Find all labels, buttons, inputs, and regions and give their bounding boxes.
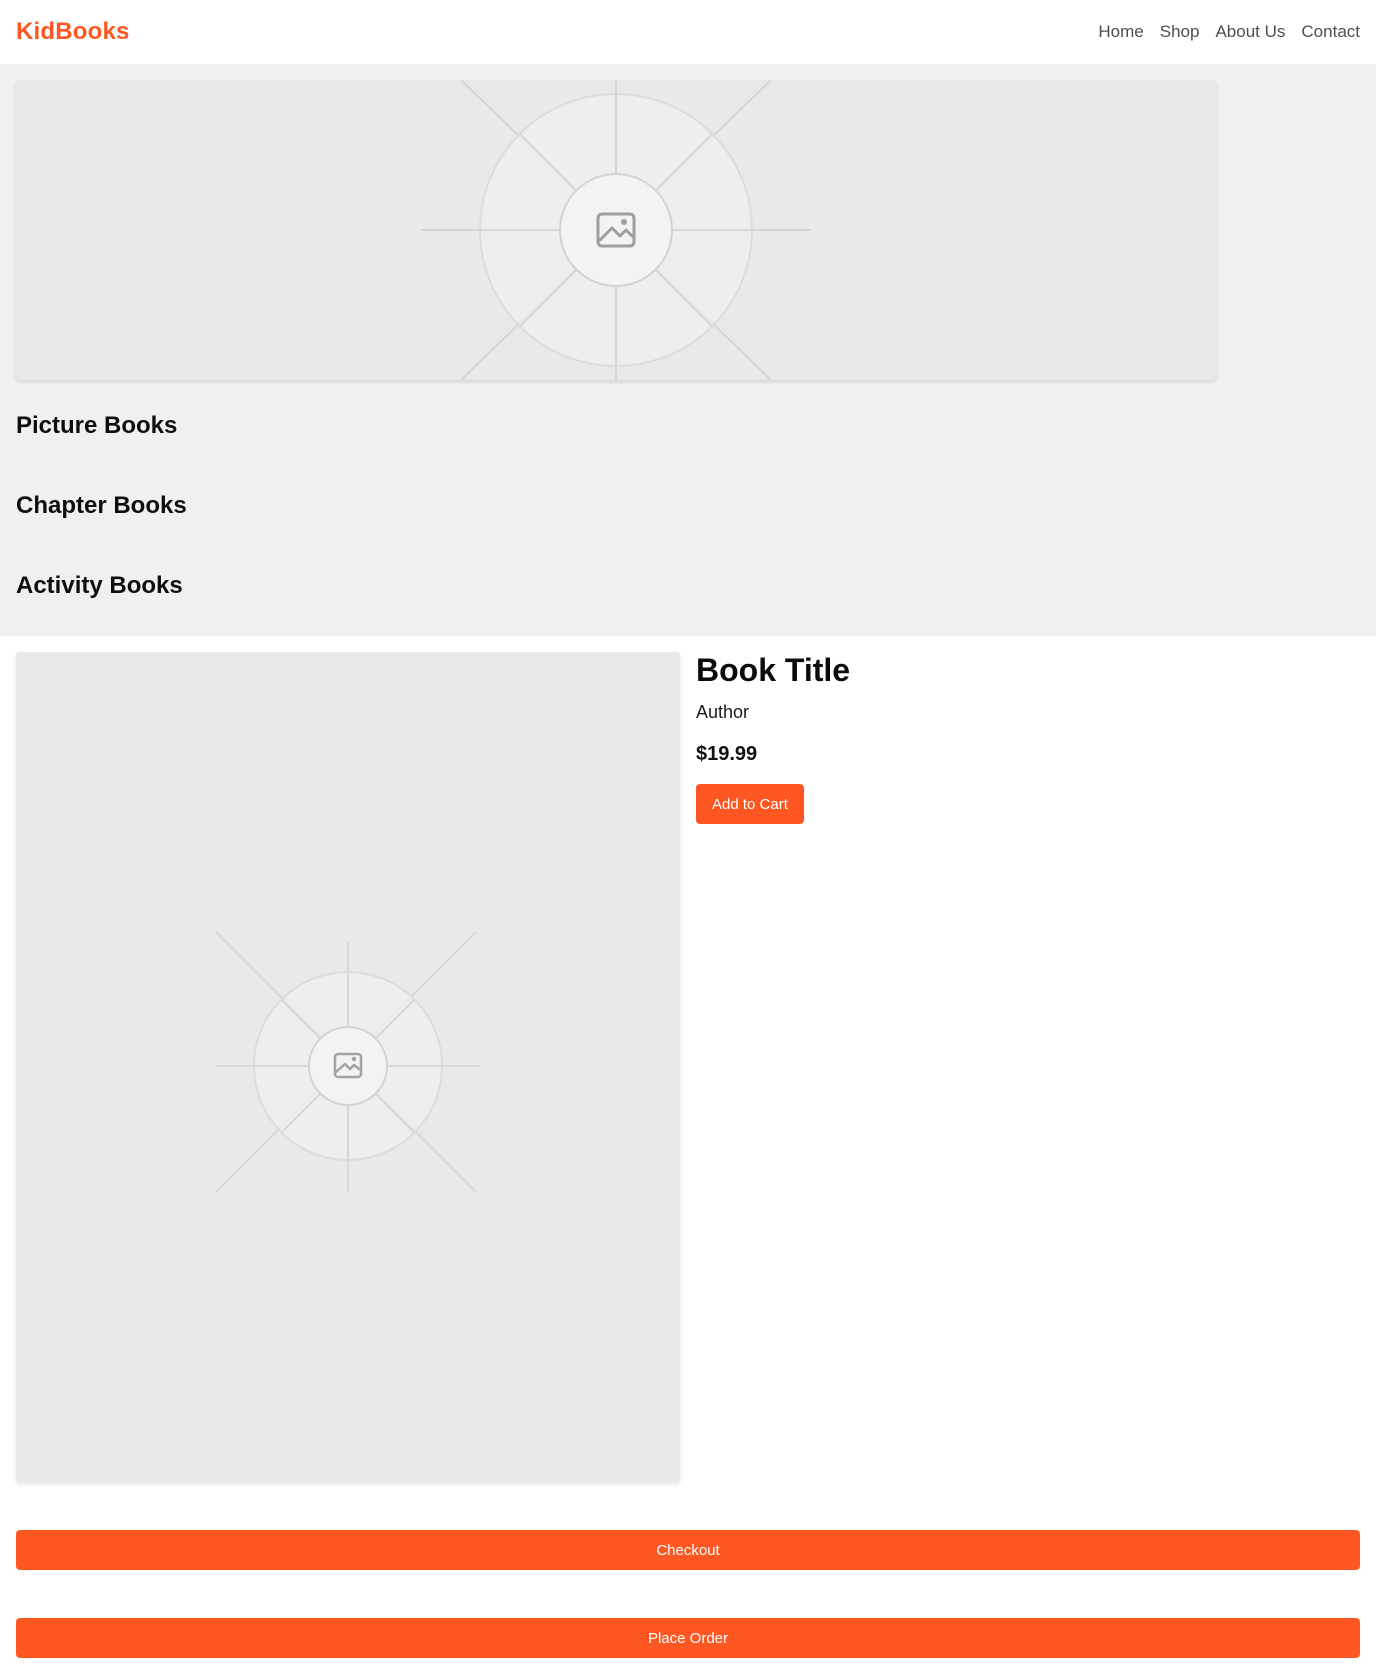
book-price: $19.99 bbox=[696, 743, 758, 765]
hero-section: Picture Books Chapter Books Activity Boo… bbox=[0, 64, 1376, 636]
category-picture-books[interactable]: Picture Books bbox=[16, 412, 177, 440]
category-activity-books[interactable]: Activity Books bbox=[16, 572, 183, 600]
image-placeholder-icon bbox=[215, 931, 480, 1193]
add-to-cart-button[interactable]: Add to Cart bbox=[696, 784, 804, 824]
site-header: KidBooks Home Shop About Us Contact bbox=[0, 0, 1376, 64]
nav-home-link[interactable]: Home bbox=[1098, 22, 1143, 42]
place-order-button[interactable]: Place Order bbox=[16, 1618, 1360, 1658]
book-title: Book Title bbox=[696, 652, 851, 688]
nav-shop-link[interactable]: Shop bbox=[1160, 22, 1200, 42]
book-author: Author bbox=[696, 702, 750, 722]
nav-contact-link[interactable]: Contact bbox=[1301, 22, 1360, 42]
image-placeholder-icon bbox=[421, 80, 811, 380]
main-nav: Home Shop About Us Contact bbox=[1098, 22, 1360, 42]
book-details: Book Title Author $19.99 Add to Cart bbox=[696, 652, 850, 824]
nav-about-link[interactable]: About Us bbox=[1215, 22, 1285, 42]
brand-logo[interactable]: KidBooks bbox=[16, 18, 130, 46]
category-chapter-books[interactable]: Chapter Books bbox=[16, 492, 187, 520]
checkout-button[interactable]: Checkout bbox=[16, 1530, 1360, 1570]
book-cover-image bbox=[16, 652, 680, 1482]
hero-banner-image bbox=[16, 80, 1216, 380]
